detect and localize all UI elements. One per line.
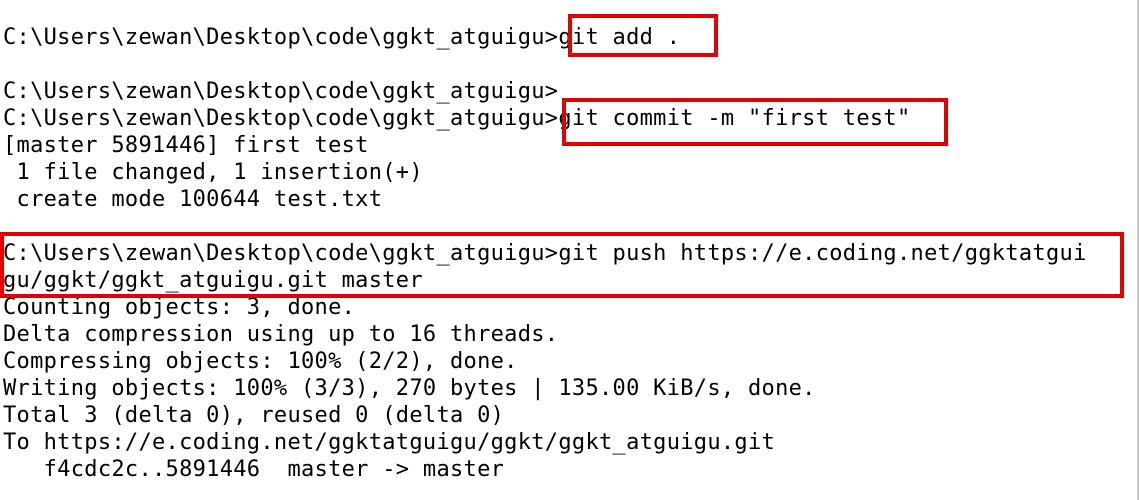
terminal-line-commit-result: [master 5891446] first test [3,133,369,158]
terminal-line-refs: f4cdc2c..5891446 master -> master [3,457,505,482]
terminal-line-create-mode: create mode 100644 test.txt [3,187,383,212]
terminal-line-writing: Writing objects: 100% (3/3), 270 bytes |… [3,376,816,401]
terminal-line-git-push-wrap: gu/ggkt/ggkt_atguigu.git master [3,268,423,293]
terminal-line-total: Total 3 (delta 0), reused 0 (delta 0) [3,403,505,428]
terminal-line-counting: Counting objects: 3, done. [3,295,356,320]
terminal-line-compressing: Compressing objects: 100% (2/2), done. [3,349,518,374]
terminal-line-git-push: C:\Users\zewan\Desktop\code\ggkt_atguigu… [3,241,1087,266]
terminal-line-git-commit: C:\Users\zewan\Desktop\code\ggkt_atguigu… [3,106,911,131]
terminal-line-git-add: C:\Users\zewan\Desktop\code\ggkt_atguigu… [3,25,681,50]
terminal-line-prompt: C:\Users\zewan\Desktop\code\ggkt_atguigu… [3,79,559,104]
terminal-line-remote: To https://e.coding.net/ggktatguigu/ggkt… [3,430,776,455]
terminal-window[interactable]: C:\Users\zewan\Desktop\code\ggkt_atguigu… [0,0,1139,500]
terminal-line-files-changed: 1 file changed, 1 insertion(+) [3,160,423,185]
terminal-line-delta: Delta compression using up to 16 threads… [3,322,559,347]
